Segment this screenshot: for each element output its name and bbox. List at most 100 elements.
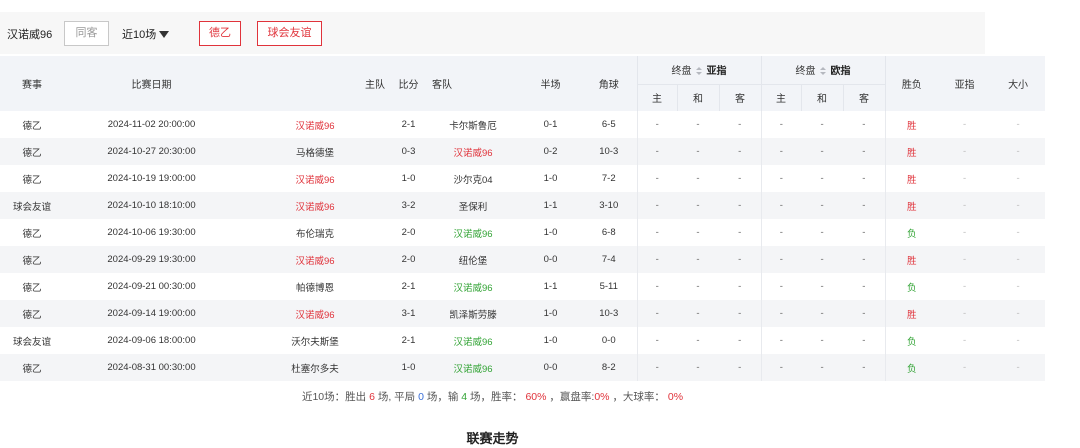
cell-date: 2024-08-31 00:30:00 bbox=[64, 354, 239, 381]
asian-odds-group[interactable]: 终盘 亚指 bbox=[636, 56, 762, 85]
cell-half-score: 1-0 bbox=[543, 227, 558, 238]
cell-away-team[interactable]: 汉诺威96 bbox=[426, 219, 520, 246]
league-trend-title: 联赛走势 bbox=[466, 431, 519, 446]
cell-odds: - bbox=[843, 327, 886, 354]
cell-home-team[interactable]: 马格德堡 bbox=[239, 138, 391, 165]
cell-score: 3-1 bbox=[391, 300, 426, 327]
cell-away-team[interactable]: 凯泽斯劳滕 bbox=[426, 300, 520, 327]
asian-away-col: 客 bbox=[718, 84, 762, 111]
cell-asian-result: - bbox=[938, 192, 992, 219]
cell-odds: - bbox=[820, 173, 824, 184]
table-row[interactable]: 球会友谊 2024-09-06 18:00:00 沃尔夫斯堡 2-1 汉诺威96 1-0 0… bbox=[0, 327, 1045, 354]
table-row[interactable]: 德乙 2024-09-29 19:30:00 汉诺威96 2-0 纽伦堡 0-0 7-4- -… bbox=[0, 246, 1046, 273]
cell-competition: 德乙 bbox=[0, 138, 64, 165]
cell-away-team[interactable]: 汉诺威96 bbox=[426, 273, 520, 300]
cell-away-team[interactable]: 圣保利 bbox=[426, 192, 520, 219]
cell-competition: 德乙 bbox=[0, 354, 64, 381]
cell-away-team[interactable]: 汉诺威96 bbox=[426, 354, 520, 381]
cell-away-team[interactable]: 纽伦堡 bbox=[426, 246, 520, 273]
cell-result: 胜 bbox=[885, 138, 939, 165]
cell-competition: 德乙 bbox=[22, 282, 42, 294]
cell-away-team[interactable]: 汉诺威96 bbox=[426, 327, 520, 354]
cell-score: 2-0 bbox=[391, 246, 426, 273]
col-half: 半场 bbox=[520, 56, 581, 111]
cell-corners: 6-8 bbox=[601, 227, 616, 238]
cell-odds: - bbox=[801, 354, 844, 381]
cell-away-team[interactable]: 汉诺威96 bbox=[426, 138, 520, 165]
cell-odds: - bbox=[677, 192, 719, 219]
cell-home-team[interactable]: 杜塞尔多夫 bbox=[239, 354, 391, 381]
cell-odds: - bbox=[843, 138, 886, 165]
friendly-filter-button[interactable]: 球会友谊 bbox=[257, 21, 322, 46]
cell-odds: - bbox=[760, 111, 802, 138]
cell-odds: - bbox=[843, 219, 886, 246]
table-row[interactable]: 德乙 2024-08-31 00:30:00 杜塞尔多夫 1-0 汉诺威96 0-0 8-2… bbox=[0, 354, 1046, 381]
cell-competition: 德乙 bbox=[22, 174, 42, 186]
cell-over-under: - bbox=[1016, 119, 1020, 130]
cell-odds: - bbox=[738, 227, 742, 238]
recent-matches-label: 近10场 bbox=[122, 29, 157, 41]
asian-home-col: 主 bbox=[636, 84, 677, 111]
cell-home-team[interactable]: 布伦瑞克 bbox=[239, 219, 391, 246]
cell-odds: - bbox=[677, 138, 719, 165]
recent-matches-panel: 汉诺威96 同客 近10场 德乙 球会友谊 赛事 比赛日期 主队 比分 客队 半… bbox=[0, 0, 1046, 448]
cell-odds: - bbox=[738, 281, 742, 292]
sort-icon[interactable] bbox=[819, 67, 826, 76]
cell-home-team[interactable]: 沃尔夫斯堡 bbox=[239, 327, 391, 354]
sort-icon[interactable] bbox=[695, 67, 702, 76]
cell-competition: 德乙 bbox=[0, 300, 64, 327]
cell-odds: - bbox=[801, 138, 844, 165]
cell-home-team[interactable]: 汉诺威96 bbox=[239, 192, 391, 219]
cell-score: 2-1 bbox=[401, 119, 416, 130]
cell-corners: 0-0 bbox=[601, 335, 616, 346]
summary-prefix: 近10场：胜出 bbox=[301, 391, 367, 403]
cell-home-team[interactable]: 汉诺威96 bbox=[239, 165, 391, 192]
euro-home-col: 主 bbox=[760, 84, 802, 111]
cell-result: 胜 bbox=[885, 300, 939, 327]
summary-line: 近10场：胜出 6 场, 平局 0 场，输 4 场，胜率： 60% ，赢盘率:0… bbox=[0, 389, 985, 407]
cell-odds: - bbox=[801, 192, 844, 219]
cell-away-team[interactable]: 卡尔斯鲁厄 bbox=[426, 111, 520, 138]
table-row[interactable]: 德乙 2024-11-02 20:00:00 汉诺威96 2-1 卡尔斯鲁厄 0-1 6-5… bbox=[0, 111, 1045, 138]
table-row[interactable]: 德乙 2024-10-27 20:30:00 马格德堡 0-3 汉诺威96 0-2 10-3… bbox=[0, 138, 1046, 165]
table-row[interactable]: 德乙 2024-10-06 19:30:00 布伦瑞克 2-0 汉诺威96 1-0 6-8 -… bbox=[0, 219, 1045, 246]
cell-home-team[interactable]: 帕德博恩 bbox=[239, 273, 391, 300]
cell-home-team[interactable]: 汉诺威96 bbox=[239, 246, 391, 273]
cell-result: 负 bbox=[907, 228, 917, 240]
cell-result: 负 bbox=[907, 336, 917, 348]
cell-odds: - bbox=[843, 354, 886, 381]
cell-odds: - bbox=[696, 173, 700, 184]
cell-competition: 球会友谊 bbox=[0, 192, 64, 219]
summary-text: ，赢盘率: bbox=[549, 391, 595, 403]
cell-odds: - bbox=[801, 300, 844, 327]
cell-score: 0-3 bbox=[391, 138, 426, 165]
table-row[interactable]: 球会友谊 2024-10-10 18:10:00 汉诺威96 3-2 圣保利 1-1 3-1… bbox=[0, 192, 1046, 219]
league-filter-button[interactable]: 德乙 bbox=[199, 21, 241, 46]
cell-asian-result: - bbox=[962, 335, 967, 346]
cell-asian-result: - bbox=[962, 173, 967, 184]
cell-odds: - bbox=[801, 246, 844, 273]
recent-matches-dropdown[interactable]: 近10场 bbox=[122, 26, 170, 42]
summary-losses: 4 bbox=[461, 391, 468, 403]
cell-over-under: - bbox=[991, 354, 1046, 381]
table-row[interactable]: 德乙 2024-09-14 19:00:00 汉诺威96 3-1 凯泽斯劳滕 1-0 10-… bbox=[0, 300, 1046, 327]
asian-odds-title: 亚指 bbox=[706, 66, 727, 78]
cell-away-team[interactable]: 沙尔克04 bbox=[426, 165, 520, 192]
summary-text: 场, 平局 bbox=[377, 391, 416, 403]
cell-score: 2-1 bbox=[401, 335, 416, 346]
cell-home-team[interactable]: 汉诺威96 bbox=[239, 300, 391, 327]
home-away-toggle-button[interactable]: 同客 bbox=[64, 21, 109, 46]
col-home: 主队 bbox=[239, 56, 391, 111]
table-row[interactable]: 德乙 2024-10-19 19:00:00 汉诺威96 1-0 沙尔克04 1-0 7-2… bbox=[0, 165, 1045, 192]
cell-score: 1-0 bbox=[391, 354, 426, 381]
cell-odds: - bbox=[696, 119, 700, 130]
caret-down-icon bbox=[159, 31, 170, 38]
euro-odds-group[interactable]: 终盘 欧指 bbox=[760, 56, 886, 85]
table-row[interactable]: 德乙 2024-09-21 00:30:00 帕德博恩 2-1 汉诺威96 1-1 5-11… bbox=[0, 273, 1045, 300]
cell-date: 2024-10-06 19:30:00 bbox=[107, 227, 196, 238]
col-score: 比分 bbox=[391, 56, 426, 111]
cell-half-score: 0-2 bbox=[520, 138, 581, 165]
cell-result: 负 bbox=[885, 354, 939, 381]
cell-home-team[interactable]: 汉诺威96 bbox=[239, 111, 391, 138]
cell-odds: - bbox=[738, 335, 742, 346]
